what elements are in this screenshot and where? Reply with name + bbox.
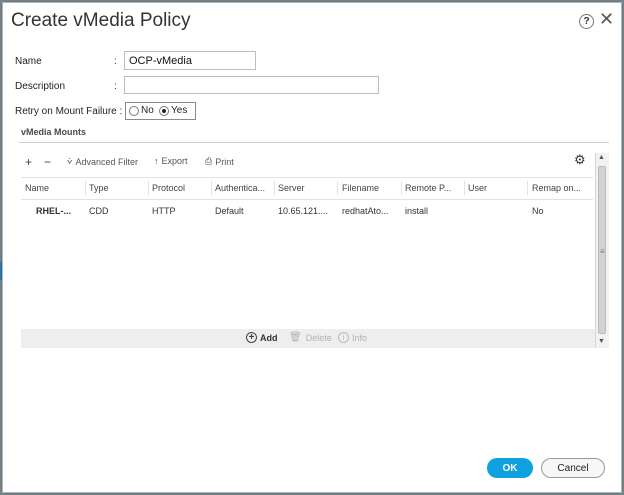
column-header-server[interactable]: Server <box>278 183 305 193</box>
radio-yes-selected-icon[interactable] <box>159 105 169 116</box>
scrollbar-thumb[interactable]: ≡ <box>598 166 606 334</box>
table-scrollbar[interactable]: ▲ ≡ ▼ <box>595 153 609 348</box>
gear-icon[interactable]: ⚙ <box>574 152 586 168</box>
retry-option-no-label: No <box>141 105 154 116</box>
ok-button[interactable]: OK <box>487 458 533 478</box>
column-divider <box>148 181 149 195</box>
export-button[interactable]: ↑ Export <box>154 156 188 166</box>
column-header-protocol[interactable]: Protocol <box>152 183 185 193</box>
cancel-button[interactable]: Cancel <box>541 458 605 478</box>
export-arrow-icon: ↑ <box>154 156 159 166</box>
cell-filename: redhatAto... <box>342 206 389 216</box>
dialog-title: Create vMedia Policy <box>11 10 191 31</box>
vmedia-mounts-title: vMedia Mounts <box>21 127 87 137</box>
toolbar-add-button[interactable]: + <box>25 155 35 169</box>
scroll-up-icon[interactable]: ▲ <box>598 154 605 161</box>
table-row[interactable]: RHEL-... CDD HTTP Default 10.65.121.... … <box>21 199 593 223</box>
add-label: Add <box>260 332 278 343</box>
delete-mount-button[interactable]: 🗑︎ Delete <box>289 332 332 343</box>
column-header-remap-on[interactable]: Remap on... <box>532 183 581 193</box>
retry-option-no[interactable]: No <box>129 105 154 116</box>
name-label: Name <box>15 56 42 67</box>
column-divider <box>211 181 212 195</box>
info-label: Info <box>352 332 368 343</box>
description-colon: : <box>114 81 117 92</box>
column-header-user[interactable]: User <box>468 183 487 193</box>
mounts-table-footer: + Add 🗑︎ Delete i Info <box>21 329 595 348</box>
description-label: Description <box>15 81 66 92</box>
column-divider <box>85 181 86 195</box>
cell-remote-path: install <box>405 206 429 216</box>
info-mount-button[interactable]: i Info <box>338 332 367 343</box>
mounts-toolbar: + − ⩒ Advanced Filter ↑ Export ⎙ Print ⚙ <box>21 152 593 173</box>
column-header-filename[interactable]: Filename <box>342 183 379 193</box>
export-label: Export <box>161 156 188 166</box>
name-colon: : <box>114 56 117 67</box>
delete-label: Delete <box>305 332 332 343</box>
retry-option-yes-label: Yes <box>171 105 188 116</box>
create-vmedia-policy-dialog: Create vMedia Policy ? ✕ Name : Descript… <box>2 2 622 493</box>
cell-server: 10.65.121.... <box>278 206 329 216</box>
cell-authentication: Default <box>215 206 244 216</box>
column-header-name[interactable]: Name <box>25 183 49 193</box>
column-header-authentication[interactable]: Authentica... <box>215 183 265 193</box>
retry-option-yes[interactable]: Yes <box>159 105 187 116</box>
scroll-grip-icon: ≡ <box>600 247 605 256</box>
cell-protocol: HTTP <box>152 206 176 216</box>
column-header-remote-path[interactable]: Remote P... <box>405 183 451 193</box>
cell-remap-on: No <box>532 206 544 216</box>
print-button[interactable]: ⎙ Print <box>205 156 234 167</box>
plus-icon: + <box>25 155 33 169</box>
radio-no-icon[interactable] <box>129 105 139 116</box>
column-divider <box>274 181 275 195</box>
cell-name: RHEL-... <box>36 206 71 216</box>
toolbar-remove-button[interactable]: − <box>44 155 54 169</box>
column-divider <box>527 181 528 195</box>
minus-icon: − <box>44 155 52 169</box>
info-icon: i <box>338 332 349 343</box>
advanced-filter-button[interactable]: ⩒ Advanced Filter <box>67 156 138 167</box>
retry-on-mount-failure-label: Retry on Mount Failure : <box>15 106 123 117</box>
cell-type: CDD <box>89 206 109 216</box>
column-header-type[interactable]: Type <box>89 183 109 193</box>
mounts-table-header: Name Type Protocol Authentica... Server … <box>21 177 593 200</box>
add-circle-icon: + <box>246 332 257 343</box>
help-icon[interactable]: ? <box>579 14 594 29</box>
printer-icon: ⎙ <box>205 156 213 166</box>
filter-icon: ⩒ <box>67 156 73 166</box>
print-label: Print <box>215 156 234 167</box>
advanced-filter-label: Advanced Filter <box>75 156 139 167</box>
description-field[interactable] <box>124 76 379 94</box>
scroll-down-icon[interactable]: ▼ <box>598 338 605 345</box>
retry-radio-group: No Yes <box>125 102 196 120</box>
column-divider <box>401 181 402 195</box>
section-divider <box>19 142 609 143</box>
close-icon[interactable]: ✕ <box>599 9 614 29</box>
column-divider <box>337 181 338 195</box>
column-divider <box>464 181 465 195</box>
name-field[interactable] <box>124 51 256 70</box>
add-mount-button[interactable]: + Add <box>246 332 278 343</box>
trash-icon: 🗑︎ <box>289 332 302 343</box>
